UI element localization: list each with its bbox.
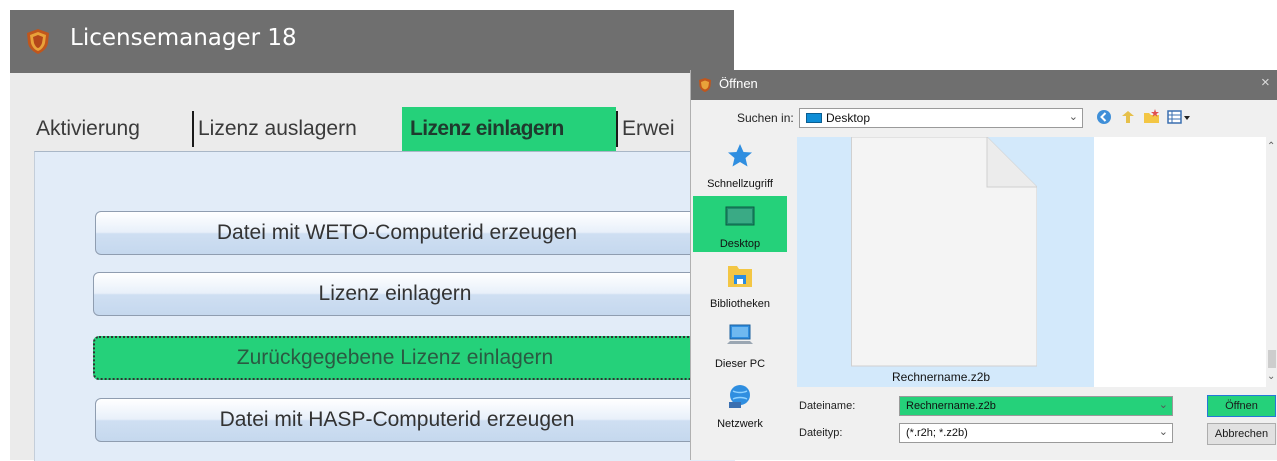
dialog-body: Suchen in: Desktop ⌄ Schnellzugriff Desk…	[691, 100, 1277, 460]
filetype-label: Dateityp:	[799, 427, 843, 439]
dialog-title: Öffnen	[719, 76, 758, 91]
filename-value: Rechnername.z2b	[906, 400, 996, 412]
scroll-down-icon[interactable]: ⌄	[1267, 371, 1275, 382]
scroll-up-icon[interactable]: ⌃	[1267, 141, 1275, 152]
file-name: Rechnername.z2b	[892, 370, 991, 384]
tab-lizenz-einlagern[interactable]: Lizenz einlagern	[402, 107, 616, 151]
place-label: Dieser PC	[714, 358, 766, 370]
tab-strip: Aktivierung Lizenz auslagern Lizenz einl…	[34, 107, 734, 151]
shield-logo-icon	[27, 29, 49, 54]
create-weto-computerid-button[interactable]: Datei mit WETO-Computerid erzeugen	[95, 211, 699, 255]
scrollbar-thumb[interactable]	[1268, 350, 1276, 368]
network-icon	[729, 385, 750, 408]
new-folder-icon[interactable]	[1143, 108, 1161, 126]
tab-separator	[192, 111, 194, 147]
library-folder-icon	[728, 266, 752, 287]
import-license-button[interactable]: Lizenz einlagern	[93, 272, 697, 316]
place-label: Bibliotheken	[710, 298, 770, 310]
chevron-down-icon: ⌄	[1068, 111, 1078, 123]
close-icon[interactable]: ×	[1261, 74, 1270, 91]
create-hasp-computerid-button[interactable]: Datei mit HASP-Computerid erzeugen	[95, 398, 699, 442]
tab-aktivierung[interactable]: Aktivierung	[34, 107, 194, 151]
place-quick-access[interactable]: Schnellzugriff	[693, 136, 787, 192]
place-label: Netzwerk	[717, 418, 763, 430]
computer-icon	[727, 324, 753, 344]
tab-separator	[616, 111, 618, 147]
chevron-down-icon: ⌄	[1158, 399, 1168, 411]
import-returned-license-button[interactable]: Zurückgegebene Lizenz einlagern	[93, 336, 697, 380]
place-label: Desktop	[719, 238, 761, 250]
tab-lizenz-auslagern[interactable]: Lizenz auslagern	[196, 107, 404, 151]
shield-logo-icon	[699, 78, 711, 92]
place-network[interactable]: Netzwerk	[693, 376, 787, 432]
open-file-dialog: Öffnen × Suchen in: Desktop ⌄ Schnellzug…	[690, 70, 1277, 460]
place-libraries[interactable]: Bibliotheken	[693, 256, 787, 312]
tab-panel-lizenz-einlagern: Datei mit WETO-Computerid erzeugen Lizen…	[34, 151, 735, 461]
star-pin-icon	[728, 144, 752, 167]
filetype-value: (*.r2h; *.z2b)	[906, 427, 968, 439]
licensemanager-window: Licensemanager 18 Aktivierung Lizenz aus…	[10, 10, 735, 461]
look-in-value: Desktop	[826, 111, 871, 125]
chevron-down-icon: ⌄	[1158, 426, 1168, 438]
place-desktop[interactable]: Desktop	[693, 196, 787, 252]
main-content: Aktivierung Lizenz auslagern Lizenz einl…	[10, 73, 735, 461]
look-in-label: Suchen in:	[737, 111, 794, 125]
main-window-title: Licensemanager 18	[70, 25, 297, 51]
filetype-combobox[interactable]: (*.r2h; *.z2b) ⌄	[899, 423, 1173, 443]
cancel-button[interactable]: Abbrechen	[1207, 423, 1276, 445]
file-item[interactable]: Rechnername.z2b	[797, 137, 1094, 387]
view-menu-icon[interactable]	[1167, 108, 1193, 126]
places-bar: Schnellzugriff Desktop Bibliotheken Dies…	[691, 136, 791, 460]
up-folder-icon[interactable]	[1119, 108, 1137, 126]
place-label: Schnellzugriff	[707, 178, 773, 190]
document-icon	[851, 137, 1037, 367]
file-list-scrollbar[interactable]: ⌃ ⌄	[1266, 137, 1277, 387]
open-button[interactable]: Öffnen	[1207, 395, 1276, 417]
file-list: Rechnername.z2b	[797, 137, 1266, 387]
filename-combobox[interactable]: Rechnername.z2b ⌄	[899, 396, 1173, 416]
desktop-icon	[725, 206, 755, 226]
desktop-small-icon	[806, 113, 822, 123]
place-this-pc[interactable]: Dieser PC	[693, 316, 787, 372]
filename-label: Dateiname:	[799, 400, 856, 412]
main-titlebar: Licensemanager 18	[10, 10, 734, 73]
look-in-combobox[interactable]: Desktop ⌄	[799, 108, 1083, 128]
back-arrow-icon[interactable]	[1095, 108, 1113, 126]
dialog-titlebar: Öffnen ×	[691, 70, 1277, 100]
